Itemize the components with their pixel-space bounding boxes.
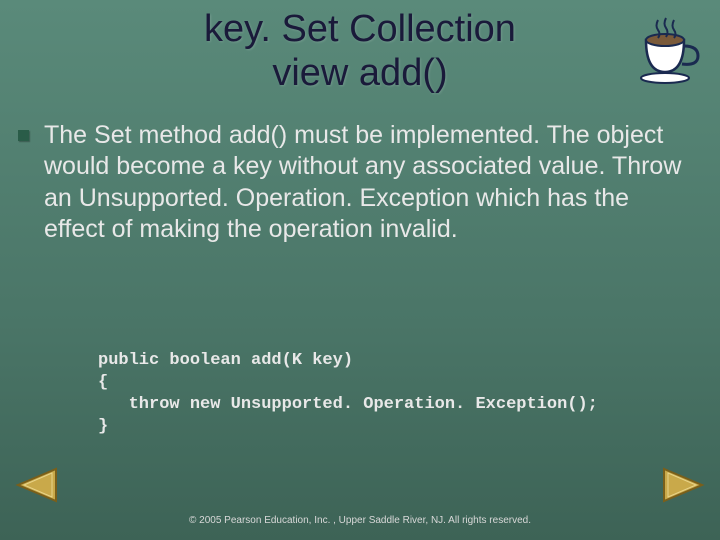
code-snippet: public boolean add(K key) { throw new Un… — [98, 350, 598, 438]
teacup-icon — [622, 10, 702, 90]
bullet-item: The Set method add() must be implemented… — [40, 120, 690, 245]
prev-slide-button[interactable] — [14, 465, 60, 510]
title-line-2: view add() — [272, 52, 447, 94]
body-content: The Set method add() must be implemented… — [40, 120, 690, 245]
bullet-square-icon — [18, 130, 29, 141]
slide-title: key. Set Collection view add() — [0, 0, 720, 95]
bullet-text: The Set method add() must be implemented… — [44, 121, 681, 243]
next-slide-button[interactable] — [660, 465, 706, 510]
copyright-footer: © 2005 Pearson Education, Inc. , Upper S… — [0, 515, 720, 526]
title-line-1: key. Set Collection — [204, 8, 516, 50]
